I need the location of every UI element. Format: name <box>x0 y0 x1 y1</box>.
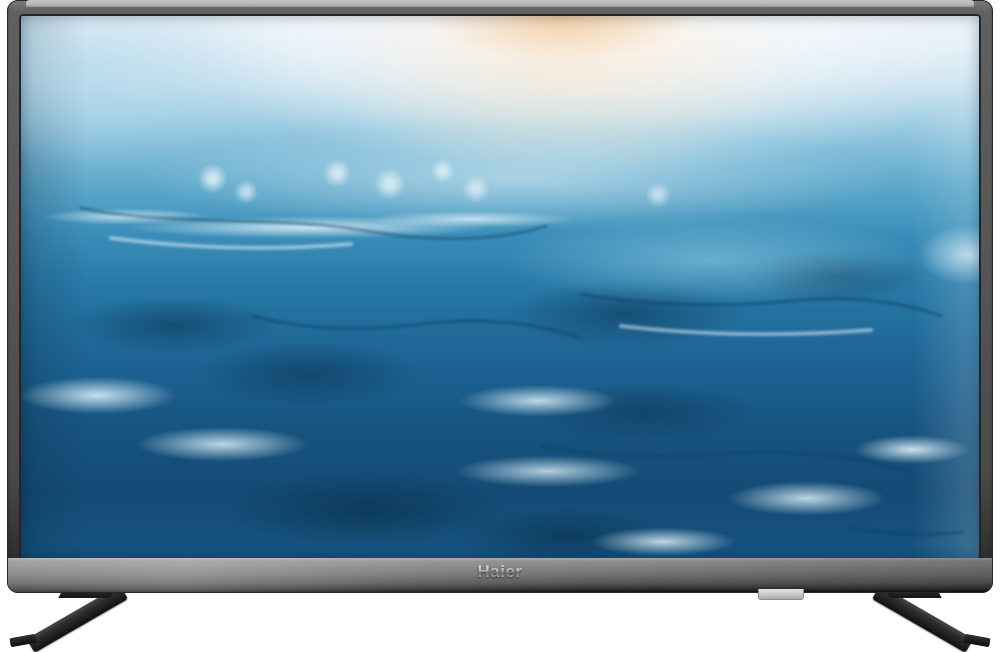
product-photo-tv: Haier <box>0 0 1000 652</box>
tv-top-edge-highlight <box>26 0 974 7</box>
tv-screen-water-scene <box>21 16 979 558</box>
brand-logo: Haier <box>8 562 992 582</box>
ir-sensor-power-tab <box>758 589 804 600</box>
water-ripples-overlay <box>21 16 979 558</box>
tv-bottom-bezel: Haier <box>8 558 992 592</box>
